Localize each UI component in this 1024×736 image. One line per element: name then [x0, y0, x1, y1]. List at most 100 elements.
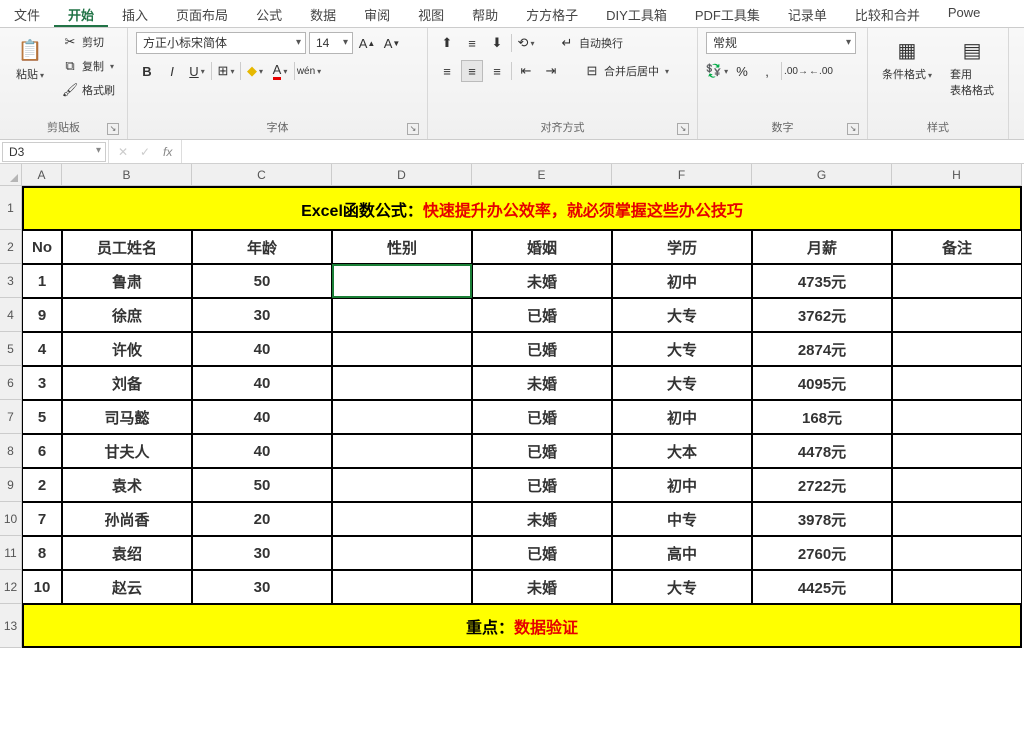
- row-header-2[interactable]: 2: [0, 230, 22, 264]
- comma-button[interactable]: ,: [756, 60, 778, 82]
- tab-help[interactable]: 帮助: [458, 0, 512, 27]
- cell-r11-c7[interactable]: [892, 536, 1022, 570]
- cell-r4-c5[interactable]: 大专: [612, 298, 752, 332]
- cell-r12-c2[interactable]: 30: [192, 570, 332, 604]
- format-painter-button[interactable]: 🖌格式刷: [58, 80, 119, 100]
- cell-r9-c5[interactable]: 初中: [612, 468, 752, 502]
- cell-r7-c0[interactable]: 5: [22, 400, 62, 434]
- row-header-6[interactable]: 6: [0, 366, 22, 400]
- cell-r5-c1[interactable]: 许攸: [62, 332, 192, 366]
- cell-r4-c0[interactable]: 9: [22, 298, 62, 332]
- row-header-10[interactable]: 10: [0, 502, 22, 536]
- cell-r5-c4[interactable]: 已婚: [472, 332, 612, 366]
- cell-r6-c3[interactable]: [332, 366, 472, 400]
- cut-button[interactable]: ✂剪切: [58, 32, 119, 52]
- cell-r7-c2[interactable]: 40: [192, 400, 332, 434]
- cell-r3-c4[interactable]: 未婚: [472, 264, 612, 298]
- row-header-1[interactable]: 1: [0, 186, 22, 230]
- footer-cell[interactable]: 重点：数据验证: [22, 604, 1022, 648]
- row-header-5[interactable]: 5: [0, 332, 22, 366]
- clipboard-launcher[interactable]: ↘: [107, 123, 119, 135]
- cell-r12-c3[interactable]: [332, 570, 472, 604]
- tab-record[interactable]: 记录单: [774, 0, 841, 27]
- cell-r5-c2[interactable]: 40: [192, 332, 332, 366]
- decrease-decimal-button[interactable]: ←.00: [810, 60, 832, 82]
- col-header-B[interactable]: B: [62, 164, 192, 186]
- cell-r5-c7[interactable]: [892, 332, 1022, 366]
- cell-r6-c1[interactable]: 刘备: [62, 366, 192, 400]
- cell-r12-c0[interactable]: 10: [22, 570, 62, 604]
- cell-r11-c6[interactable]: 2760元: [752, 536, 892, 570]
- increase-font-button[interactable]: A▲: [356, 32, 378, 54]
- tab-formula[interactable]: 公式: [242, 0, 296, 27]
- currency-button[interactable]: 💱▾: [706, 60, 728, 82]
- cell-r10-c7[interactable]: [892, 502, 1022, 536]
- tab-compare[interactable]: 比较和合并: [841, 0, 934, 27]
- cell-r10-c2[interactable]: 20: [192, 502, 332, 536]
- cell-r3-c6[interactable]: 4735元: [752, 264, 892, 298]
- cell-r3-c2[interactable]: 50: [192, 264, 332, 298]
- conditional-format-button[interactable]: ▦ 条件格式▾: [876, 32, 938, 86]
- cell-r11-c0[interactable]: 8: [22, 536, 62, 570]
- cell-r8-c2[interactable]: 40: [192, 434, 332, 468]
- cancel-formula-button[interactable]: ✕: [113, 145, 133, 159]
- tab-ffg[interactable]: 方方格子: [512, 0, 592, 27]
- cell-r10-c1[interactable]: 孙尚香: [62, 502, 192, 536]
- cell-r10-c4[interactable]: 未婚: [472, 502, 612, 536]
- header-cell-5[interactable]: 学历: [612, 230, 752, 264]
- align-left-button[interactable]: ≡: [436, 60, 458, 82]
- cell-r7-c1[interactable]: 司马懿: [62, 400, 192, 434]
- cell-r4-c2[interactable]: 30: [192, 298, 332, 332]
- col-header-G[interactable]: G: [752, 164, 892, 186]
- cell-r3-c5[interactable]: 初中: [612, 264, 752, 298]
- cell-r11-c4[interactable]: 已婚: [472, 536, 612, 570]
- tab-power[interactable]: Powe: [934, 0, 995, 27]
- cell-r12-c4[interactable]: 未婚: [472, 570, 612, 604]
- cell-r9-c4[interactable]: 已婚: [472, 468, 612, 502]
- cell-r7-c6[interactable]: 168元: [752, 400, 892, 434]
- cell-r11-c3[interactable]: [332, 536, 472, 570]
- cell-r6-c4[interactable]: 未婚: [472, 366, 612, 400]
- tab-home[interactable]: 开始: [54, 0, 108, 27]
- cell-r9-c2[interactable]: 50: [192, 468, 332, 502]
- tab-diy[interactable]: DIY工具箱: [592, 0, 681, 27]
- align-launcher[interactable]: ↘: [677, 123, 689, 135]
- cell-r6-c5[interactable]: 大专: [612, 366, 752, 400]
- cell-r7-c5[interactable]: 初中: [612, 400, 752, 434]
- align-bottom-button[interactable]: ⬇: [486, 32, 508, 54]
- select-all-corner[interactable]: [0, 164, 22, 186]
- tab-review[interactable]: 审阅: [350, 0, 404, 27]
- enter-formula-button[interactable]: ✓: [135, 145, 155, 159]
- cell-r3-c3[interactable]: [332, 264, 472, 298]
- cell-r6-c7[interactable]: [892, 366, 1022, 400]
- header-cell-3[interactable]: 性别: [332, 230, 472, 264]
- font-name-select[interactable]: 方正小标宋简体: [136, 32, 306, 54]
- tab-pdf[interactable]: PDF工具集: [681, 0, 774, 27]
- name-box[interactable]: D3: [2, 142, 106, 162]
- wrap-text-button[interactable]: ↵自动换行: [555, 33, 627, 53]
- underline-button[interactable]: U▾: [186, 60, 208, 82]
- align-center-button[interactable]: ≡: [461, 60, 483, 82]
- font-size-select[interactable]: 14: [309, 32, 353, 54]
- cell-r4-c3[interactable]: [332, 298, 472, 332]
- title-cell[interactable]: Excel函数公式：快速提升办公效率，就必须掌握这些办公技巧: [22, 186, 1022, 230]
- cell-r12-c7[interactable]: [892, 570, 1022, 604]
- cell-r6-c2[interactable]: 40: [192, 366, 332, 400]
- phonetic-button[interactable]: wén▾: [298, 60, 320, 82]
- increase-decimal-button[interactable]: .00→: [785, 60, 807, 82]
- header-cell-7[interactable]: 备注: [892, 230, 1022, 264]
- cell-r9-c7[interactable]: [892, 468, 1022, 502]
- cell-r11-c5[interactable]: 高中: [612, 536, 752, 570]
- header-cell-1[interactable]: 员工姓名: [62, 230, 192, 264]
- decrease-font-button[interactable]: A▼: [381, 32, 403, 54]
- cell-r4-c6[interactable]: 3762元: [752, 298, 892, 332]
- cell-r12-c1[interactable]: 赵云: [62, 570, 192, 604]
- row-header-7[interactable]: 7: [0, 400, 22, 434]
- orientation-button[interactable]: ⟲▾: [515, 32, 537, 54]
- row-header-3[interactable]: 3: [0, 264, 22, 298]
- header-cell-0[interactable]: No: [22, 230, 62, 264]
- number-launcher[interactable]: ↘: [847, 123, 859, 135]
- cell-r9-c6[interactable]: 2722元: [752, 468, 892, 502]
- copy-button[interactable]: ⧉复制▾: [58, 56, 119, 76]
- font-launcher[interactable]: ↘: [407, 123, 419, 135]
